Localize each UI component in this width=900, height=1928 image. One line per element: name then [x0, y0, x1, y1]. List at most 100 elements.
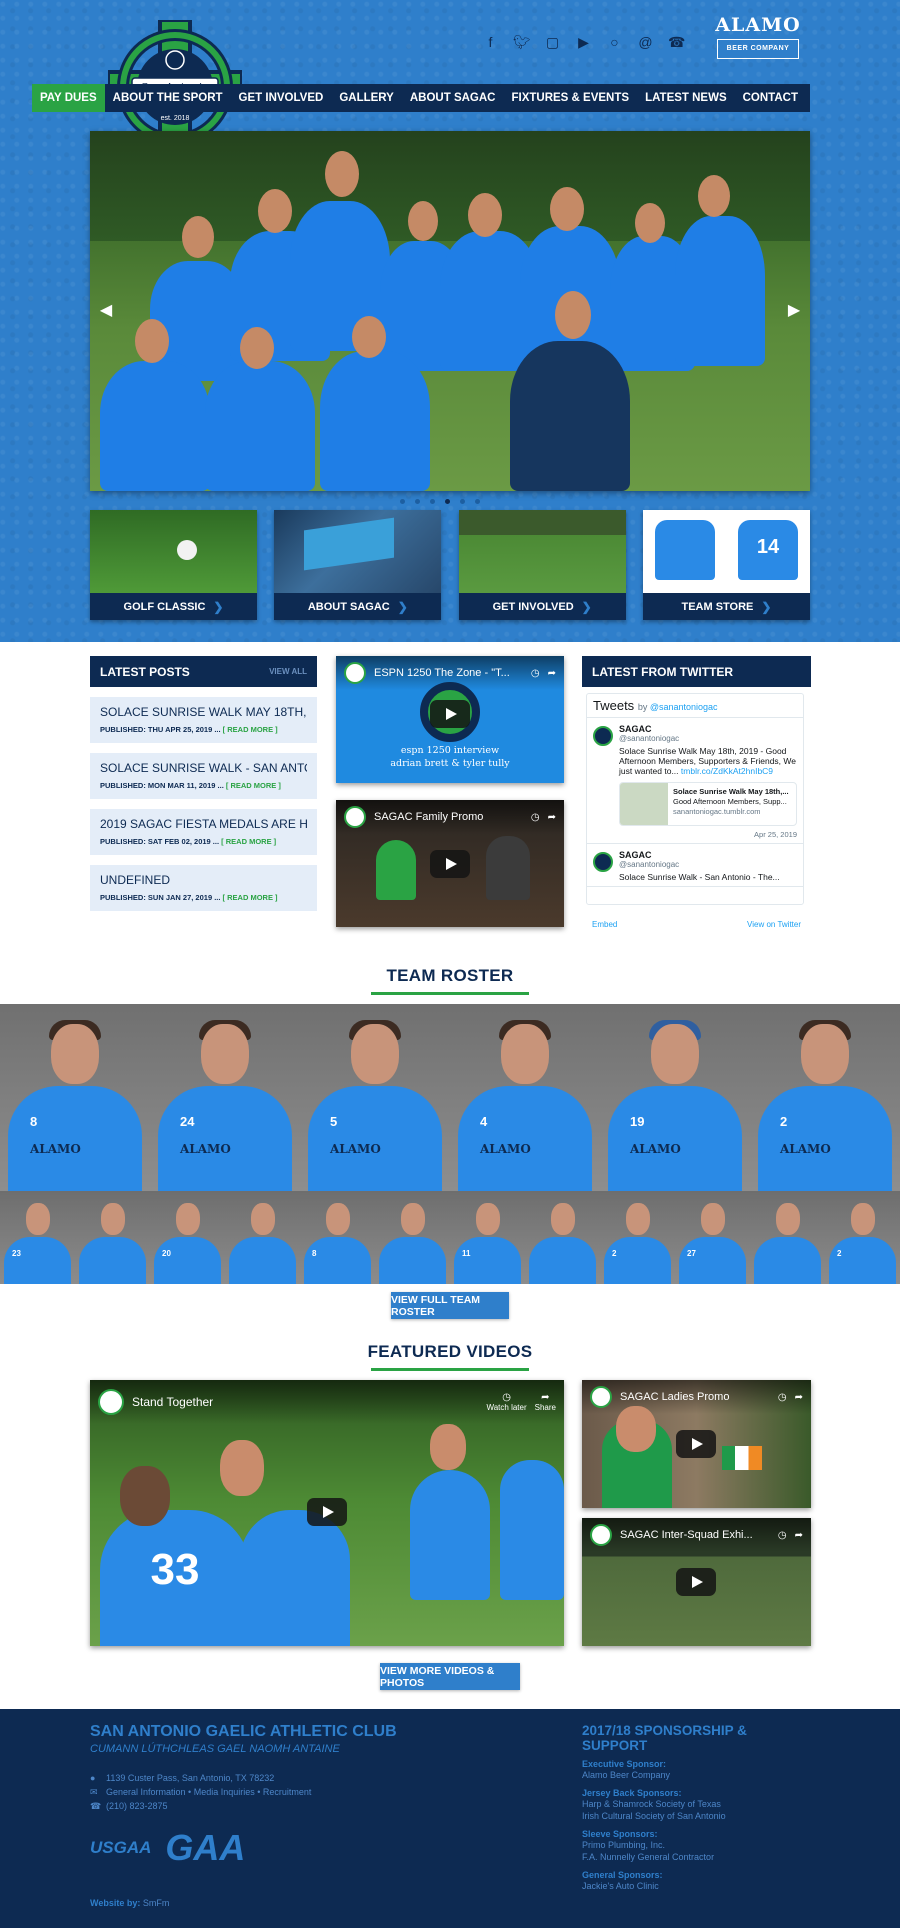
roster-player-thumb[interactable]: [525, 1191, 600, 1284]
slider-dot-active[interactable]: [445, 499, 450, 504]
roster-player[interactable]: 24 ALAMO: [150, 1004, 300, 1191]
clock-icon[interactable]: ◷: [531, 668, 540, 679]
nav-gallery[interactable]: Gallery: [331, 84, 402, 112]
video-title[interactable]: SAGAC Inter-Squad Exhi...: [620, 1529, 770, 1541]
roster-player-thumb[interactable]: 8: [300, 1191, 375, 1284]
roster-player[interactable]: 4 ALAMO: [450, 1004, 600, 1191]
embed-link[interactable]: Embed: [592, 920, 617, 929]
nav-get-involved[interactable]: Get Involved: [231, 84, 332, 112]
tile-golf-classic[interactable]: Golf Classic ❯: [90, 510, 257, 620]
clock-icon[interactable]: ◷: [531, 812, 540, 823]
slider-dot[interactable]: [475, 499, 480, 504]
read-more-link[interactable]: [ READ MORE ]: [221, 837, 276, 846]
play-button[interactable]: [430, 850, 470, 878]
hero-slider[interactable]: ◀︎ ▶︎: [90, 131, 810, 491]
roster-player-thumb[interactable]: [75, 1191, 150, 1284]
video-stand-together[interactable]: Stand Together ◷ Watch later ➦ Share 33: [90, 1380, 564, 1646]
share-icon[interactable]: ➦: [795, 1392, 803, 1403]
alamo-sponsor-logo[interactable]: ALAMO BEER COMPANY: [706, 14, 810, 62]
roster-player-thumb[interactable]: 11: [450, 1191, 525, 1284]
tweet-date[interactable]: Apr 25, 2019: [619, 830, 797, 839]
play-button[interactable]: [676, 1568, 716, 1596]
youtube-icon[interactable]: ▶︎: [575, 34, 592, 51]
instagram-icon[interactable]: ▢: [544, 34, 561, 51]
read-more-link[interactable]: [ READ MORE ]: [223, 725, 278, 734]
post-item[interactable]: undefined PUBLISHED: SUN JAN 27, 2019 ..…: [90, 865, 317, 911]
share-control[interactable]: ➦ Share: [535, 1392, 556, 1412]
post-title[interactable]: Solace Sunrise Walk - San Antonio: [100, 761, 307, 775]
twitter-icon[interactable]: 🐦︎: [513, 34, 531, 51]
slider-dot[interactable]: [400, 499, 405, 504]
video-title[interactable]: ESPN 1250 The Zone - "T...: [374, 667, 523, 679]
play-button[interactable]: [307, 1498, 347, 1526]
tweet[interactable]: SAGAC @sanantoniogac Solace Sunrise Walk…: [587, 844, 803, 887]
read-more-link[interactable]: [ READ MORE ]: [226, 781, 281, 790]
share-icon[interactable]: ➦: [548, 812, 556, 823]
share-icon[interactable]: ➦: [795, 1530, 803, 1541]
roster-player[interactable]: 2 ALAMO: [750, 1004, 900, 1191]
roster-player-thumb[interactable]: 2: [600, 1191, 675, 1284]
credit-link[interactable]: SmFm: [143, 1898, 170, 1908]
video-family-promo[interactable]: SAGAC Family Promo ◷ ➦: [336, 800, 564, 927]
roster-player[interactable]: 5 ALAMO: [300, 1004, 450, 1191]
tweet-name[interactable]: SAGAC: [619, 850, 797, 860]
nav-pay-dues[interactable]: Pay Dues: [31, 84, 105, 112]
roster-player-thumb[interactable]: [225, 1191, 300, 1284]
slider-prev-icon[interactable]: ◀︎: [96, 301, 116, 321]
video-inter-squad[interactable]: SAGAC Inter-Squad Exhi... ◷ ➦: [582, 1518, 811, 1646]
video-ladies-promo[interactable]: SAGAC Ladies Promo ◷ ➦: [582, 1380, 811, 1508]
view-all-link[interactable]: View All: [269, 667, 307, 676]
roster-player-thumb[interactable]: [375, 1191, 450, 1284]
nav-contact[interactable]: Contact: [735, 84, 806, 112]
usgaa-logo[interactable]: USGAA: [90, 1838, 151, 1858]
facebook-icon[interactable]: f: [482, 34, 499, 51]
post-title[interactable]: 2019 SAGAC Fiesta Medals are here!: [100, 817, 307, 831]
tweet[interactable]: SAGAC @sanantoniogac Solace Sunrise Walk…: [587, 718, 803, 844]
read-more-link[interactable]: [ READ MORE ]: [223, 893, 278, 902]
post-item[interactable]: 2019 SAGAC Fiesta Medals are here! PUBLI…: [90, 809, 317, 855]
tweet-handle[interactable]: @sanantoniogac: [619, 860, 797, 869]
twitter-handle-link[interactable]: @sanantoniogac: [650, 702, 718, 712]
footer-phone[interactable]: (210) 823-2875: [106, 1801, 168, 1811]
play-button[interactable]: [430, 700, 470, 728]
watch-later-control[interactable]: ◷ Watch later: [486, 1392, 526, 1412]
post-item[interactable]: Solace Sunrise Walk May 18th, 2019 PUBLI…: [90, 697, 317, 743]
slider-dot[interactable]: [460, 499, 465, 504]
slider-next-icon[interactable]: ▶︎: [784, 301, 804, 321]
footer-email-links[interactable]: General Information • Media Inquiries • …: [106, 1787, 311, 1797]
post-title[interactable]: undefined: [100, 873, 307, 887]
view-more-videos-button[interactable]: View More Videos & Photos: [380, 1663, 520, 1690]
tweet-timeline[interactable]: Tweets by @sanantoniogac SAGAC @sananton…: [586, 693, 804, 905]
tweet-name[interactable]: SAGAC: [619, 724, 797, 734]
roster-player-thumb[interactable]: 27: [675, 1191, 750, 1284]
roster-player[interactable]: 8 ALAMO: [0, 1004, 150, 1191]
post-item[interactable]: Solace Sunrise Walk - San Antonio PUBLIS…: [90, 753, 317, 799]
tile-about-sagac[interactable]: About SAGAC ❯: [274, 510, 442, 620]
phone-icon[interactable]: ☎︎: [668, 34, 685, 51]
roster-player[interactable]: 19 ALAMO: [600, 1004, 750, 1191]
roster-player-thumb[interactable]: 23: [0, 1191, 75, 1284]
nav-fixtures[interactable]: Fixtures & Events: [503, 84, 637, 112]
share-icon[interactable]: ➦: [548, 668, 556, 679]
clock-icon[interactable]: ◷: [778, 1530, 787, 1541]
roster-player-thumb[interactable]: [750, 1191, 825, 1284]
whatsapp-icon[interactable]: ○: [606, 34, 623, 51]
slider-dot[interactable]: [430, 499, 435, 504]
nav-latest-news[interactable]: Latest News: [637, 84, 735, 112]
slider-dot[interactable]: [415, 499, 420, 504]
play-button[interactable]: [676, 1430, 716, 1458]
tweet-card[interactable]: Solace Sunrise Walk May 18th,... Good Af…: [619, 782, 797, 826]
tweet-link[interactable]: tmblr.co/ZdKkAt2hnIbC9: [681, 766, 773, 776]
nav-about-sagac[interactable]: About SAGAC: [402, 84, 504, 112]
video-title[interactable]: Stand Together: [132, 1395, 478, 1409]
video-title[interactable]: SAGAC Family Promo: [374, 811, 523, 823]
gaa-logo[interactable]: GAA: [165, 1827, 245, 1869]
roster-player-thumb[interactable]: 2: [825, 1191, 900, 1284]
tile-get-involved[interactable]: Get Involved ❯: [458, 510, 626, 620]
view-on-twitter-link[interactable]: View on Twitter: [747, 920, 801, 929]
video-espn[interactable]: ESPN 1250 The Zone - "T... ◷ ➦ espn 1250…: [336, 656, 564, 783]
nav-about-sport[interactable]: About the Sport: [105, 84, 231, 112]
video-title[interactable]: SAGAC Ladies Promo: [620, 1391, 770, 1403]
footer-address[interactable]: 1139 Custer Pass, San Antonio, TX 78232: [106, 1773, 274, 1783]
email-icon[interactable]: @: [637, 34, 654, 51]
